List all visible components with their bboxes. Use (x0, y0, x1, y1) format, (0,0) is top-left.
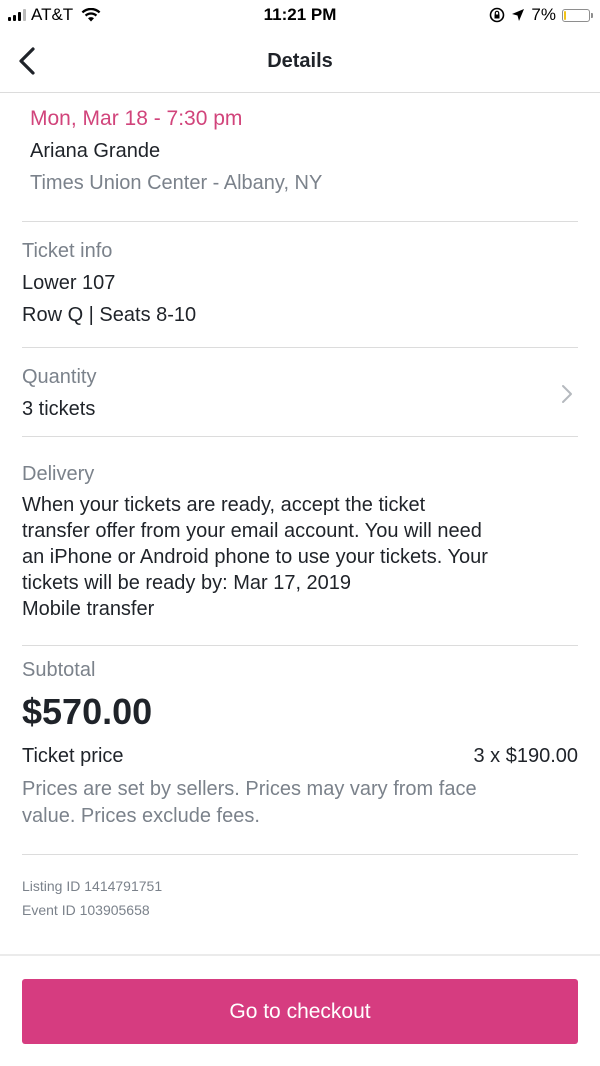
delivery-text-line-2: transfer offer from your email account. … (22, 520, 482, 542)
subtotal-label: Subtotal (22, 659, 96, 681)
delivery-text-line-1: When your tickets are ready, accept the … (22, 494, 426, 516)
ticket-price-value: 3 x $190.00 (473, 745, 578, 767)
event-id: Event ID 103905658 (22, 902, 150, 918)
delivery-text-line-3: an iPhone or Android phone to use your t… (22, 546, 488, 568)
event-section: Mon, Mar 18 - 7:30 pm Ariana Grande Time… (30, 103, 586, 199)
divider (22, 221, 578, 222)
footer-divider (0, 954, 600, 956)
quantity-row[interactable]: Quantity 3 tickets (22, 361, 578, 431)
ticket-info-label: Ticket info (22, 240, 113, 262)
location-arrow-icon (512, 9, 525, 21)
event-date-time: Mon, Mar 18 - 7:30 pm (30, 107, 243, 130)
quantity-label: Quantity (22, 366, 97, 388)
ticket-price-row: Ticket price 3 x $190.00 (22, 740, 578, 772)
divider (22, 645, 578, 646)
subtotal-section: Subtotal $570.00 Ticket price 3 x $190.0… (22, 654, 578, 830)
battery-percent: 7% (531, 5, 556, 24)
status-right: 7% (489, 5, 593, 25)
status-bar: AT&T 11:21 PM 7% (0, 0, 600, 32)
ticket-row-seats: Row Q | Seats 8-10 (22, 304, 197, 326)
nav-bar: Details (0, 32, 600, 93)
delivery-method: Mobile transfer (22, 598, 155, 620)
ticket-section: Lower 107 (22, 272, 116, 294)
chevron-right-icon[interactable] (560, 383, 574, 405)
delivery-label: Delivery (22, 463, 95, 485)
ticket-info-section: Ticket info Lower 107 Row Q | Seats 8-10 (22, 235, 578, 331)
divider (22, 347, 578, 348)
orientation-lock-icon (490, 7, 505, 23)
divider (22, 436, 578, 437)
price-note-line-2: value. Prices exclude fees. (22, 805, 260, 827)
page-title: Details (267, 50, 333, 72)
battery-fill (564, 10, 566, 20)
event-venue: Times Union Center - Albany, NY (30, 172, 323, 194)
quantity-value: 3 tickets (22, 398, 96, 420)
event-performer: Ariana Grande (30, 140, 161, 162)
divider (22, 854, 578, 855)
subtotal-amount: $570.00 (22, 691, 153, 732)
delivery-text-line-4: tickets will be ready by: Mar 17, 2019 (22, 572, 352, 594)
price-note-line-1: Prices are set by sellers. Prices may va… (22, 778, 477, 800)
ticket-price-label: Ticket price (22, 745, 124, 767)
battery-icon (562, 8, 593, 22)
listing-id: Listing ID 1414791751 (22, 878, 163, 894)
checkout-button[interactable]: Go to checkout (22, 979, 578, 1044)
delivery-section: Delivery When your tickets are ready, ac… (22, 458, 578, 622)
ids-section: Listing ID 1414791751 Event ID 103905658 (22, 874, 578, 922)
